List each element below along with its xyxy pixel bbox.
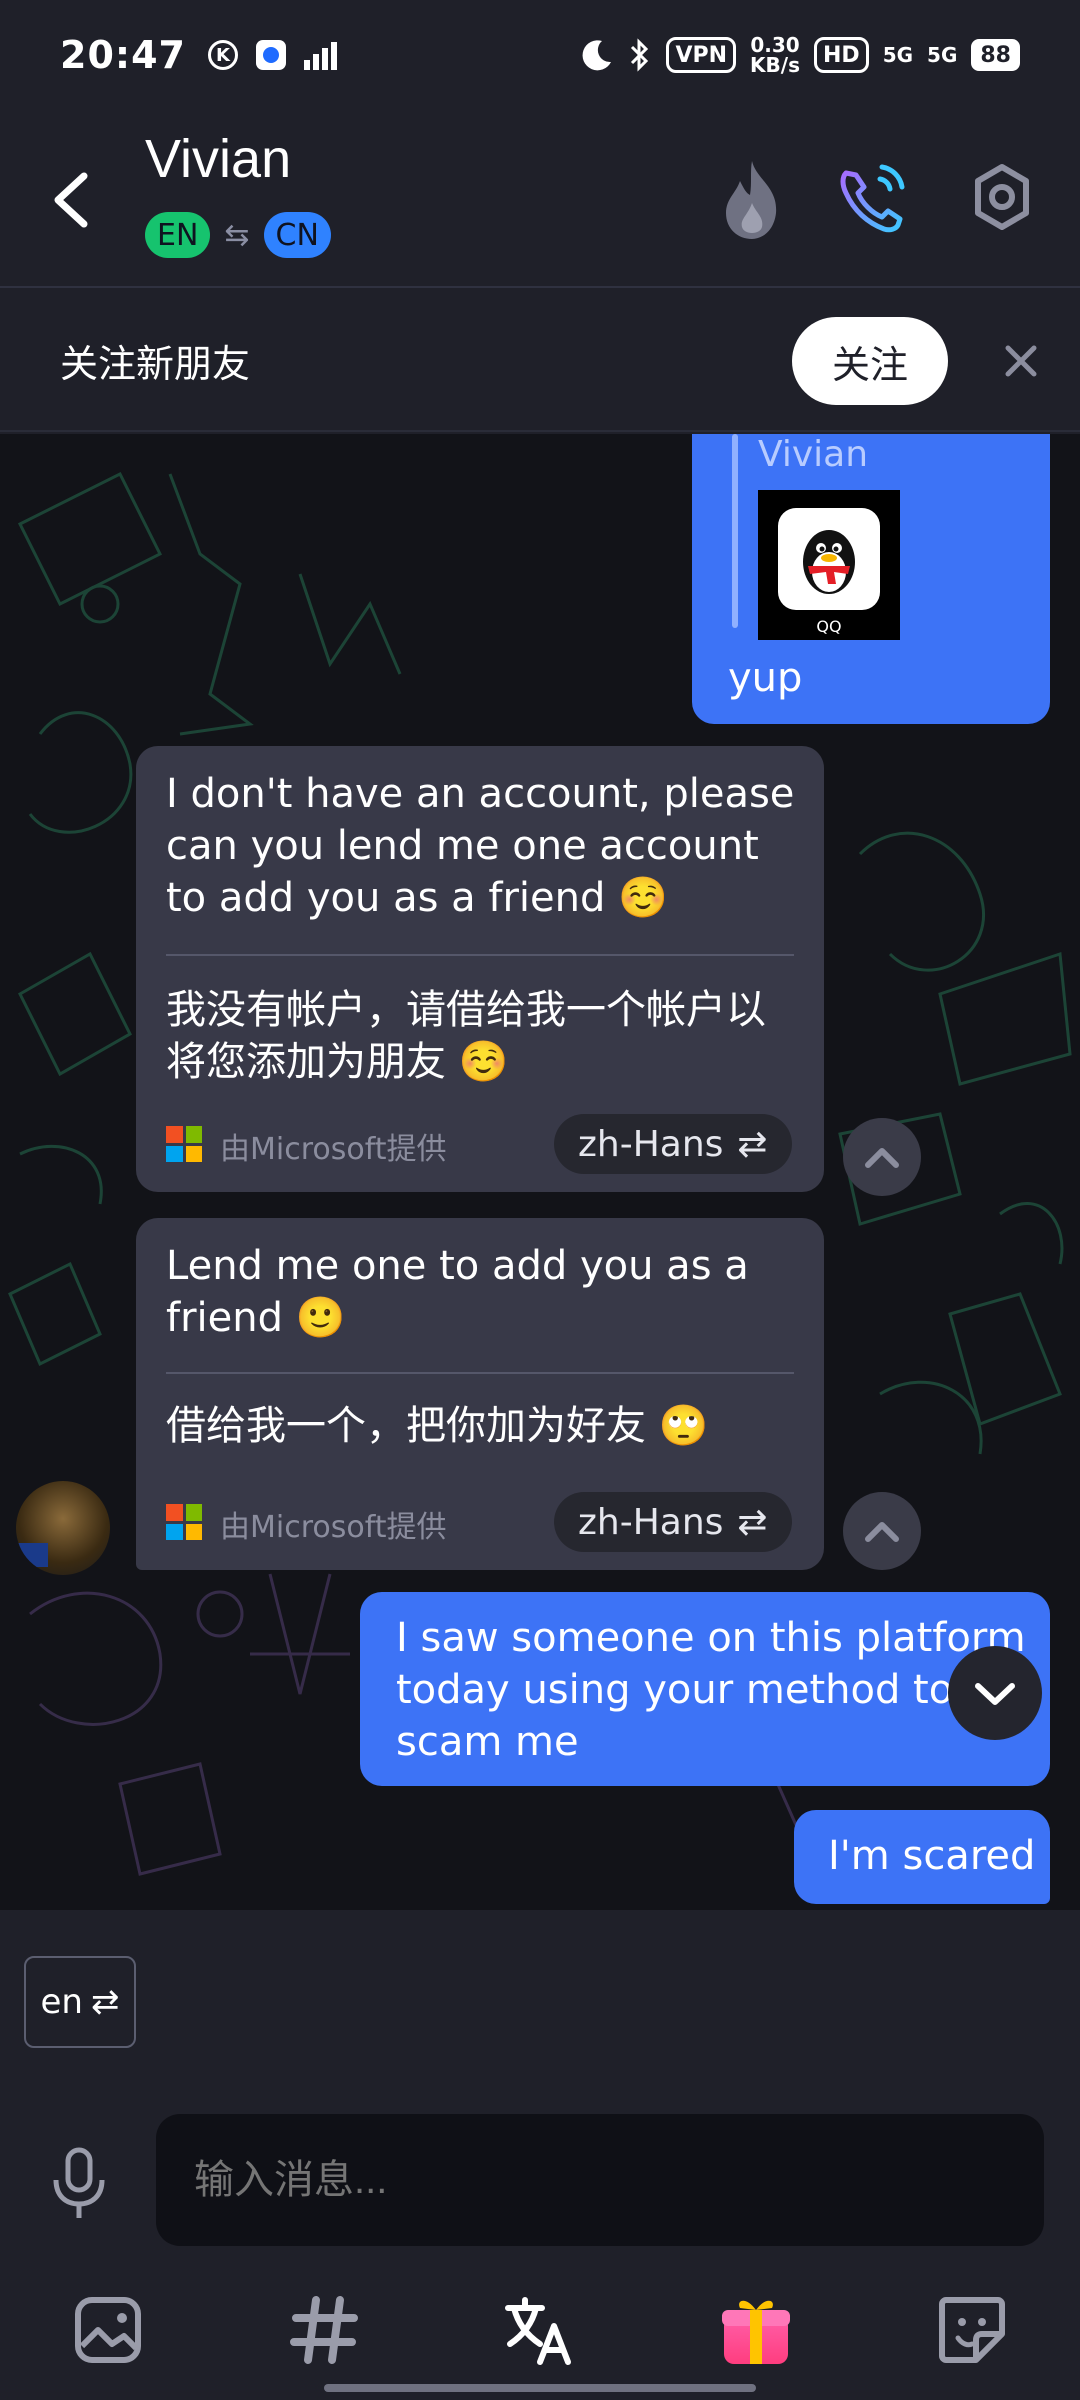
original-text: I don't have an account, please can you … (166, 771, 795, 921)
home-gesture-bar[interactable] (324, 2384, 756, 2392)
do-not-disturb-moon-icon (583, 40, 612, 71)
translate-icon[interactable] (500, 2290, 580, 2370)
bluetooth-icon (631, 38, 649, 72)
swap-arrows-icon: ⇆ (224, 217, 250, 253)
collapse-translation-button[interactable] (843, 1118, 921, 1196)
image-caption: QQ (816, 617, 842, 636)
hd-badge: HD (814, 37, 869, 73)
microphone-icon[interactable] (40, 2144, 118, 2222)
follow-prompt-text: 关注新朋友 (60, 341, 251, 386)
close-icon[interactable] (994, 334, 1048, 388)
original-text: Lend me one to add you as a friend 🙂 (166, 1243, 749, 1341)
quote-indicator (732, 434, 738, 628)
message-text: yup (728, 655, 803, 701)
contact-avatar[interactable] (16, 1481, 110, 1575)
follow-banner: 关注新朋友 关注 (0, 290, 1080, 432)
target-language-badge: CN (263, 212, 331, 258)
chevron-up-icon (865, 1148, 899, 1168)
collapse-translation-button[interactable] (843, 1492, 921, 1570)
translation-language-chip[interactable]: zh-Hans ⇄ (554, 1114, 792, 1174)
swap-arrows-icon: ⇄ (90, 1982, 120, 2022)
outgoing-message[interactable]: I'm scared (794, 1810, 1050, 1904)
switch-language-icon: ⇄ (737, 1501, 768, 1543)
follow-button[interactable]: 关注 (792, 317, 948, 405)
message-input[interactable] (156, 2114, 1044, 2246)
network-speed: 0.30 KB/s (750, 33, 800, 77)
language-pair[interactable]: EN ⇆ CN (145, 212, 331, 258)
translation-divider (166, 954, 794, 956)
bottom-toolbar (0, 2290, 1080, 2380)
sticker-icon[interactable] (932, 2290, 1012, 2370)
chevron-up-icon (865, 1522, 899, 1542)
quoted-sender-name: Vivian (758, 434, 869, 475)
scroll-to-bottom-button[interactable] (948, 1646, 1042, 1740)
signal-small-icon (303, 42, 337, 70)
source-language-badge: EN (145, 212, 211, 258)
network-type-1: 5G (882, 43, 914, 67)
translated-text: 我没有帐户，请借给我一个帐户以将您添加为朋友 ☺️ (166, 987, 766, 1085)
battery-level: 88 (971, 39, 1020, 71)
back-arrow-icon[interactable] (40, 160, 100, 240)
translation-provider: 由Microsoft提供 (220, 1510, 447, 1545)
microsoft-logo-icon (166, 1126, 202, 1162)
translation-divider (166, 1372, 794, 1374)
qq-penguin-icon (803, 530, 855, 594)
quoted-image[interactable]: QQ (758, 490, 900, 640)
chat-header: Vivian EN ⇆ CN (0, 110, 1080, 288)
k-notification-icon: K (207, 40, 238, 70)
incoming-message-translated[interactable]: Lend me one to add you as a friend 🙂 借给我… (136, 1218, 824, 1570)
input-language-toggle[interactable]: en ⇄ (24, 1956, 136, 2048)
gift-icon[interactable] (716, 2290, 796, 2370)
translation-language-chip[interactable]: zh-Hans ⇄ (554, 1492, 792, 1552)
switch-language-icon: ⇄ (737, 1123, 768, 1165)
settings-gear-icon[interactable] (962, 155, 1042, 245)
message-list[interactable]: Vivian QQ yup I don't have an account, p… (0, 434, 1080, 1910)
vpn-badge: VPN (666, 37, 737, 73)
status-bar: 20:47 K VPN 0.30 KB/s HD 5G 5G 88 (0, 0, 1080, 110)
outgoing-message-reply[interactable]: Vivian QQ yup (692, 434, 1050, 724)
hashtag-icon[interactable] (284, 2290, 364, 2370)
flame-icon[interactable] (712, 155, 792, 245)
chevron-down-icon (975, 1683, 1015, 1705)
app-notification-icon (255, 40, 286, 70)
outgoing-message[interactable]: I saw someone on this platform today usi… (360, 1592, 1050, 1786)
microsoft-logo-icon (166, 1504, 202, 1540)
network-type-2: 5G (927, 43, 958, 67)
message-text: I saw someone on this platform today usi… (396, 1615, 1026, 1765)
contact-name[interactable]: Vivian (145, 128, 291, 190)
clock: 20:47 (60, 33, 186, 77)
translation-provider: 由Microsoft提供 (220, 1132, 447, 1167)
voice-call-icon[interactable] (832, 155, 912, 245)
message-text: I'm scared (828, 1833, 1036, 1879)
translated-text: 借给我一个，把你加为好友 🙄 (166, 1403, 709, 1449)
image-gallery-icon[interactable] (68, 2290, 148, 2370)
incoming-message-translated[interactable]: I don't have an account, please can you … (136, 746, 824, 1192)
uk-flag-icon (16, 1543, 48, 1567)
